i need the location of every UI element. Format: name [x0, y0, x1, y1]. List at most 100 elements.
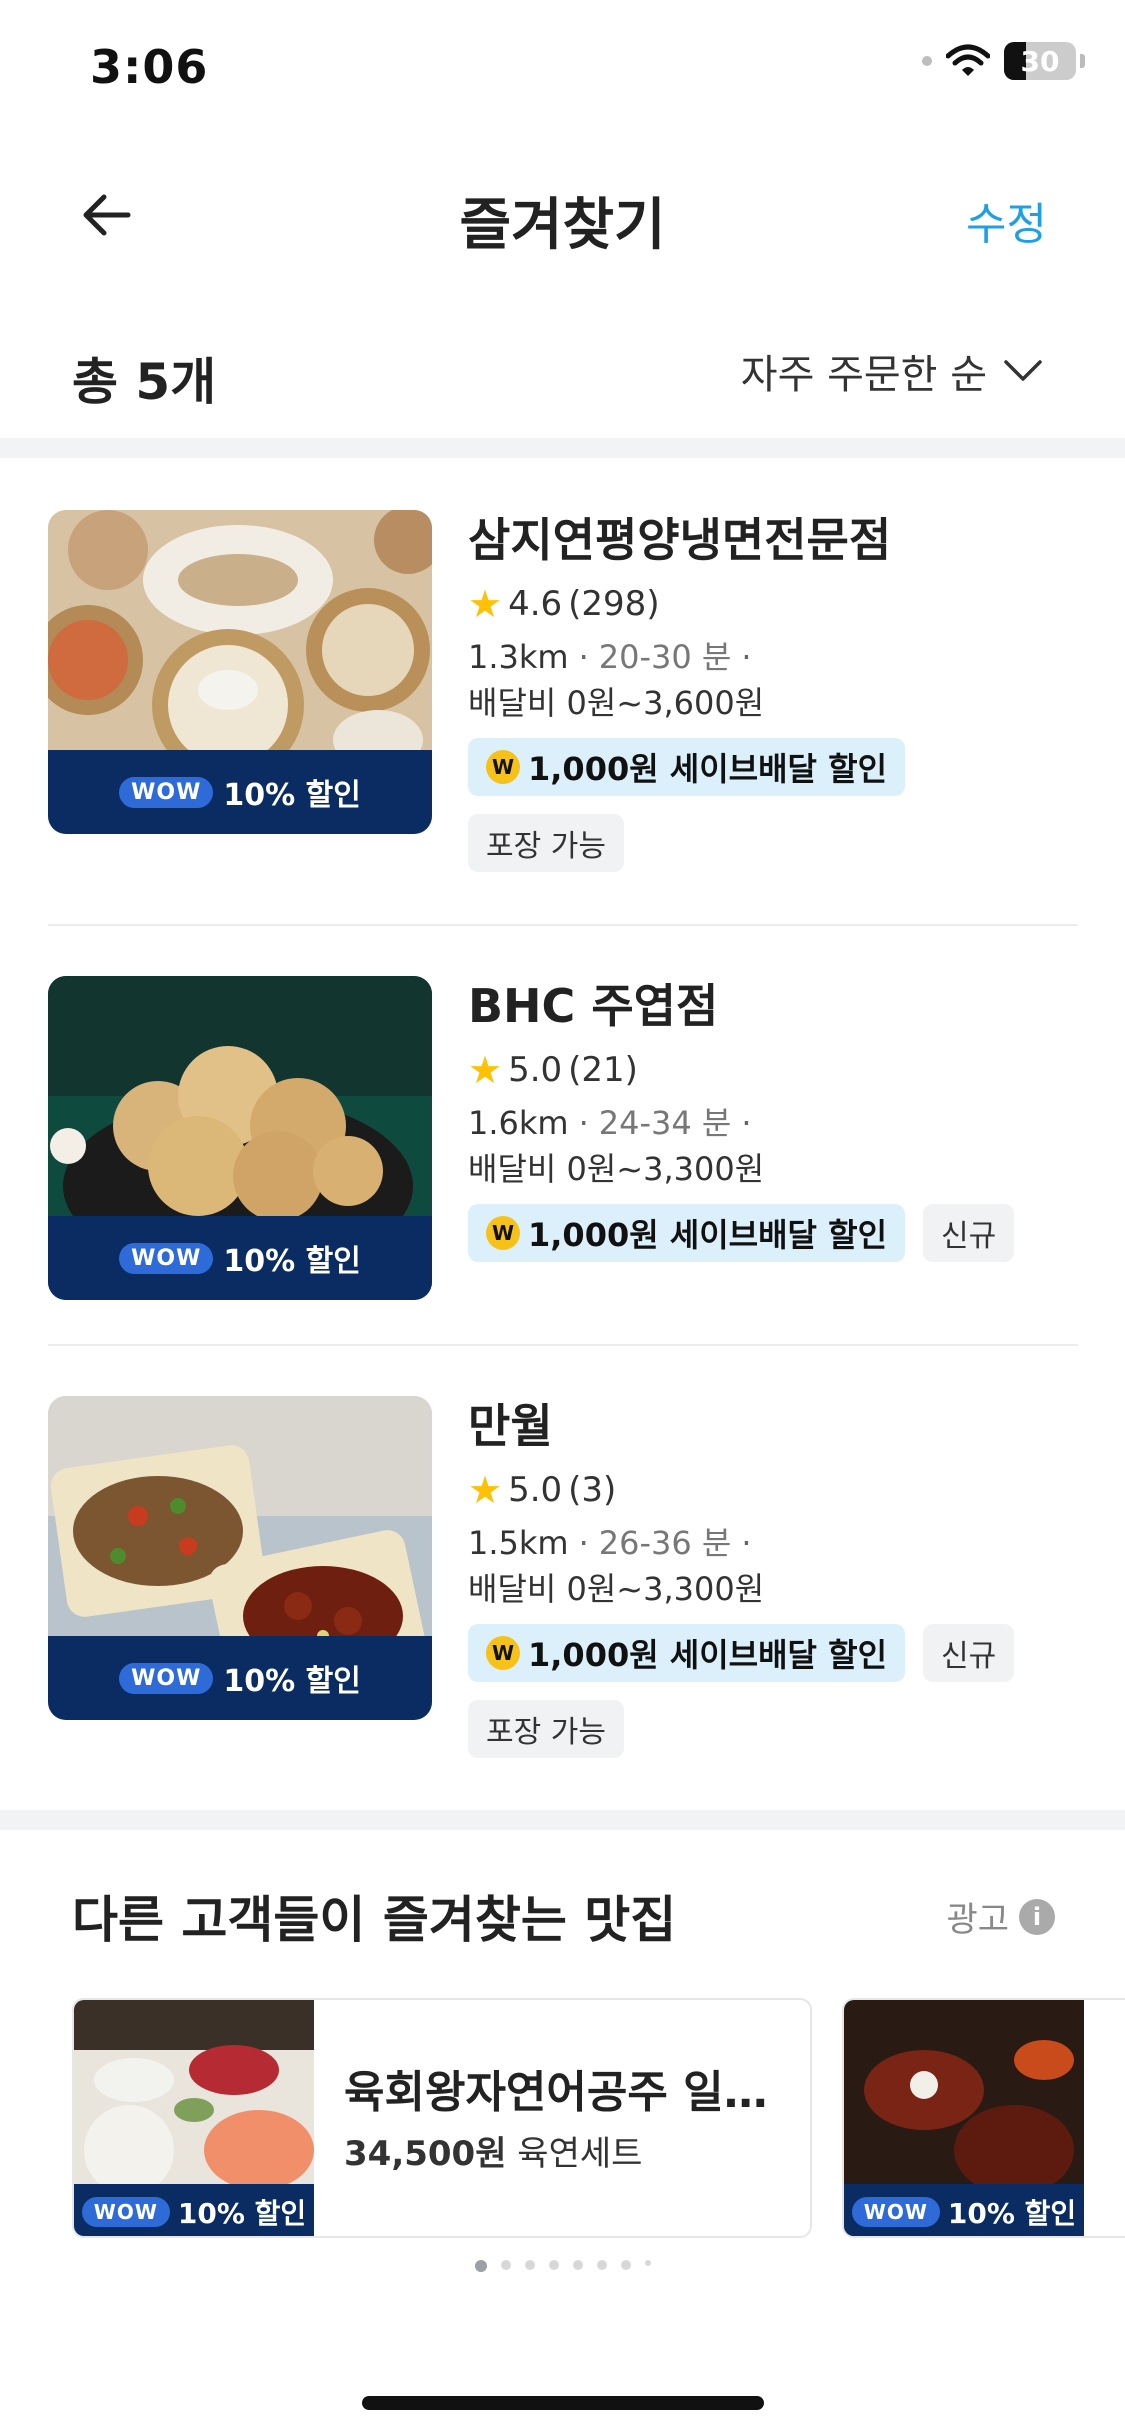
delivery-meta: 1.3km · 20-30 분 · 배달비 0원~3,600원	[468, 638, 765, 722]
status-icons: 30	[922, 42, 1085, 80]
distance: 1.3km	[468, 638, 569, 676]
page-dot	[548, 2260, 559, 2270]
restaurant-name: BHC 주엽점	[468, 979, 719, 1033]
wow-discount-bar: WOW 10% 할인	[844, 2184, 1084, 2236]
page-dot	[620, 2260, 631, 2270]
navigation-bar: 즐겨찾기 수정	[0, 160, 1125, 270]
page-dot	[572, 2260, 583, 2270]
wow-discount-bar: WOW 10% 할인	[48, 1636, 432, 1720]
summary-row: 총 5개 자주 주문한 순	[0, 320, 1125, 420]
status-time: 3:06	[90, 40, 209, 94]
battery-icon: 30	[1004, 42, 1076, 80]
delivery-time: 26-36 분	[598, 1524, 732, 1562]
restaurant-info: BHC 주엽점 ★ 5.0 (21) 1.6km · 24-34 분 · 배달비 0원…	[468, 976, 1088, 1262]
recommend-price-row: 34,500원 육연세트	[344, 2126, 642, 2175]
recommend-card[interactable]: WOW 10% 할인 육회왕자연어공주 일… 34,500원 육연세트	[72, 1998, 812, 2238]
coin-icon: W	[486, 1216, 520, 1250]
tag-row: W 1,000원 세이브배달 할인	[468, 738, 1088, 796]
page-dot	[596, 2260, 607, 2270]
chevron-down-icon	[1004, 360, 1042, 381]
distance: 1.6km	[468, 1104, 569, 1142]
sort-dropdown[interactable]: 자주 주문한 순	[741, 342, 1043, 400]
page-dot	[644, 2260, 651, 2266]
delivery-time: 24-34 분	[598, 1104, 732, 1142]
review-count: (21)	[568, 1050, 638, 1090]
rating-value: 5.0	[508, 1050, 563, 1090]
restaurant-info: 만월 ★ 5.0 (3) 1.5km · 26-36 분 · 배달비 0원~3,300…	[468, 1396, 1088, 1758]
rating: ★ 5.0 (21)	[468, 1050, 1088, 1090]
section-divider	[0, 438, 1125, 458]
save-delivery-text: 1,000원 세이브배달 할인	[528, 1216, 888, 1254]
discount-text: 10% 할인	[223, 1244, 361, 1279]
status-bar: 3:06 30	[0, 0, 1125, 140]
delivery-meta: 1.6km · 24-34 분 · 배달비 0원~3,300원	[468, 1104, 765, 1188]
discount-text: 10% 할인	[223, 778, 361, 813]
item-separator	[48, 1344, 1078, 1346]
discount-text: 10% 할인	[177, 2197, 307, 2230]
restaurant-name: 만월	[468, 1399, 553, 1453]
delivery-fee: 배달비 0원~3,300원	[468, 1570, 765, 1608]
restaurant-item[interactable]: WOW 10% 할인 삼지연평양냉면전문점 ★ 4.6 (298) 1.3km ·…	[48, 510, 1078, 900]
wow-discount-bar: WOW 10% 할인	[48, 750, 432, 834]
recommend-section-title: 다른 고객들이 즐겨찾는 맛집	[72, 1891, 677, 1949]
recommend-card-partial[interactable]: WOW 10% 할인	[842, 1998, 1125, 2238]
wow-badge: WOW	[851, 2197, 940, 2227]
wifi-icon	[946, 44, 990, 76]
recommend-thumbnail: WOW 10% 할인	[74, 2000, 314, 2236]
new-tag: 신규	[923, 1204, 1015, 1262]
carousel-pagination	[0, 2260, 1125, 2272]
home-indicator[interactable]	[362, 2396, 764, 2410]
favorites-count: 총 5개	[72, 353, 217, 411]
wow-badge: WOW	[119, 776, 214, 808]
rating: ★ 4.6 (298)	[468, 584, 1088, 624]
delivery-meta: 1.5km · 26-36 분 · 배달비 0원~3,300원	[468, 1524, 765, 1608]
star-icon: ★	[468, 1468, 503, 1512]
save-delivery-text: 1,000원 세이브배달 할인	[528, 750, 888, 788]
discount-text: 10% 할인	[947, 2197, 1077, 2230]
page-dot	[524, 2260, 535, 2270]
discount-text: 10% 할인	[223, 1664, 361, 1699]
edit-button[interactable]: 수정	[966, 188, 1047, 252]
wow-badge: WOW	[81, 2197, 170, 2227]
battery-cap	[1080, 54, 1085, 68]
delivery-fee: 배달비 0원~3,600원	[468, 684, 765, 722]
ad-label[interactable]: 광고 i	[946, 1892, 1055, 1941]
coin-icon: W	[486, 750, 520, 784]
info-icon[interactable]: i	[1019, 1898, 1055, 1935]
restaurant-item[interactable]: WOW 10% 할인 만월 ★ 5.0 (3) 1.5km · 26-36 분 · 배…	[48, 1396, 1078, 1786]
restaurant-thumbnail[interactable]: WOW 10% 할인	[48, 976, 432, 1300]
section-divider	[0, 1810, 1125, 1830]
rating-value: 5.0	[508, 1470, 563, 1510]
distance: 1.5km	[468, 1524, 569, 1562]
coin-icon: W	[486, 1636, 520, 1670]
save-delivery-tag: W 1,000원 세이브배달 할인	[468, 1624, 906, 1682]
recommend-name: 육회왕자연어공주 일…	[344, 2067, 768, 2118]
restaurant-thumbnail[interactable]: WOW 10% 할인	[48, 1396, 432, 1720]
battery-level: 30	[1020, 44, 1060, 78]
restaurant-info: 삼지연평양냉면전문점 ★ 4.6 (298) 1.3km · 20-30 분 · 배달…	[468, 510, 1088, 872]
save-delivery-text: 1,000원 세이브배달 할인	[528, 1636, 888, 1674]
recommend-price: 34,500원	[344, 2134, 507, 2174]
recommend-menu: 육연세트	[517, 2134, 643, 2174]
privacy-dot-icon	[922, 56, 932, 66]
rating-value: 4.6	[508, 584, 563, 624]
ad-text: 광고	[946, 1900, 1009, 1940]
wow-badge: WOW	[119, 1662, 214, 1694]
takeout-tag: 포장 가능	[468, 814, 624, 872]
page-title: 즐겨찾기	[459, 193, 666, 258]
page-dot	[500, 2260, 511, 2270]
review-count: (3)	[568, 1470, 617, 1510]
save-delivery-tag: W 1,000원 세이브배달 할인	[468, 738, 906, 796]
restaurant-thumbnail[interactable]: WOW 10% 할인	[48, 510, 432, 834]
delivery-fee: 배달비 0원~3,300원	[468, 1150, 765, 1188]
save-delivery-tag: W 1,000원 세이브배달 할인	[468, 1204, 906, 1262]
wow-discount-bar: WOW 10% 할인	[48, 1216, 432, 1300]
tag-row: W 1,000원 세이브배달 할인 신규	[468, 1624, 1088, 1682]
page-dot-active	[474, 2260, 487, 2272]
restaurant-name: 삼지연평양냉면전문점	[468, 513, 892, 567]
star-icon: ★	[468, 1048, 503, 1092]
restaurant-item[interactable]: WOW 10% 할인 BHC 주엽점 ★ 5.0 (21) 1.6km · 24-3…	[48, 976, 1078, 1306]
wow-badge: WOW	[119, 1242, 214, 1274]
item-separator	[48, 924, 1078, 926]
recommend-thumbnail: WOW 10% 할인	[844, 2000, 1084, 2236]
